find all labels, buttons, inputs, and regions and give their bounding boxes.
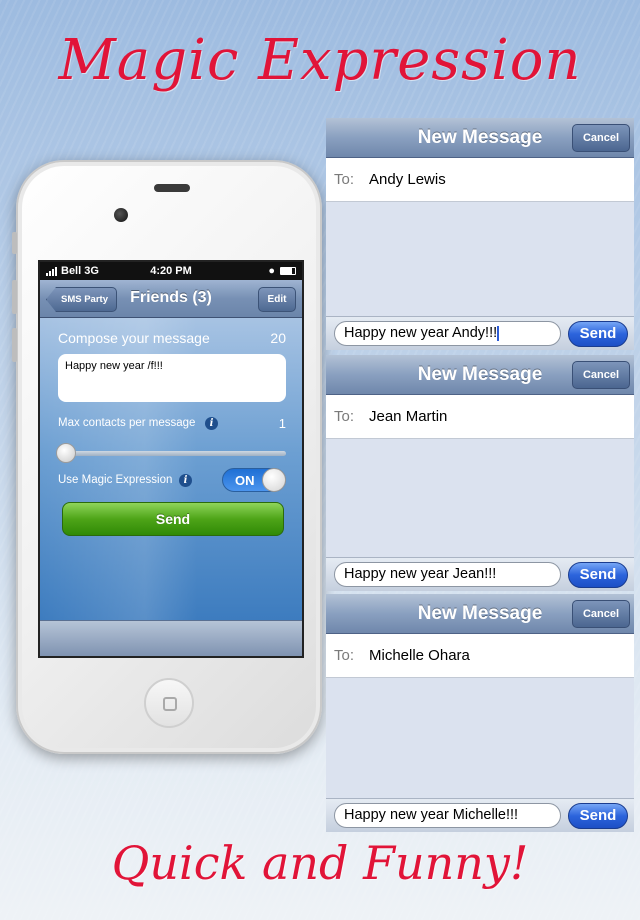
send-button[interactable]: Send [568, 562, 628, 588]
info-icon[interactable]: i [205, 417, 218, 430]
recipient-row[interactable]: To: Jean Martin [326, 395, 634, 439]
toggle-knob [262, 468, 286, 492]
recipient-row[interactable]: To: Andy Lewis [326, 158, 634, 202]
recipient-name: Andy Lewis [369, 171, 446, 188]
message-input[interactable]: Happy new year Jean!!! [334, 562, 561, 587]
front-camera [114, 208, 128, 222]
cancel-button[interactable]: Cancel [572, 124, 630, 152]
phone-screen: Bell 3G 4:20 PM ● SMS Party Friends (3) … [38, 260, 304, 658]
compose-label: Compose your message [58, 330, 210, 346]
message-input[interactable]: Happy new year Michelle!!! [334, 803, 561, 828]
message-panel-2: New Message Cancel To: Jean Martin Happy… [326, 355, 634, 591]
home-button [144, 678, 194, 728]
phone-nav-bar: SMS Party Friends (3) Edit [40, 280, 302, 318]
info-icon[interactable]: i [179, 474, 192, 487]
to-label: To: [334, 171, 355, 188]
cancel-button[interactable]: Cancel [572, 361, 630, 389]
slider-knob[interactable] [56, 443, 76, 463]
mute-switch [12, 232, 17, 254]
send-button[interactable]: Send [568, 803, 628, 829]
max-contacts-slider[interactable] [60, 451, 286, 456]
volume-down-button [12, 328, 17, 362]
send-button[interactable]: Send [568, 321, 628, 347]
recipient-name: Michelle Ohara [369, 647, 470, 664]
message-nav-bar: New Message Cancel [326, 594, 634, 634]
message-nav-bar: New Message Cancel [326, 118, 634, 158]
send-button[interactable]: Send [62, 502, 284, 536]
headline-top: Magic Expression [58, 28, 582, 93]
character-count: 20 [270, 330, 286, 346]
message-nav-bar: New Message Cancel [326, 355, 634, 395]
max-contacts-label: Max contacts per message [58, 417, 196, 429]
message-panel-3: New Message Cancel To: Michelle Ohara Ha… [326, 594, 634, 832]
edit-button[interactable]: Edit [258, 287, 296, 312]
message-compose-bar: Happy new year Andy!!! Send [326, 316, 634, 350]
text-cursor [497, 325, 500, 341]
status-bar: Bell 3G 4:20 PM ● [40, 262, 302, 280]
iphone-mockup: Bell 3G 4:20 PM ● SMS Party Friends (3) … [12, 160, 322, 754]
to-label: To: [334, 647, 355, 664]
cancel-button[interactable]: Cancel [572, 600, 630, 628]
message-compose-bar: Happy new year Michelle!!! Send [326, 798, 634, 832]
magic-expression-toggle[interactable]: ON [222, 468, 286, 492]
volume-up-button [12, 280, 17, 314]
message-compose-bar: Happy new year Jean!!! Send [326, 557, 634, 591]
headline-bottom: Quick and Funny! [111, 836, 529, 890]
status-time: 4:20 PM [150, 265, 192, 277]
recipient-row[interactable]: To: Michelle Ohara [326, 634, 634, 678]
compose-textarea[interactable]: Happy new year /f!!! [58, 354, 286, 402]
compose-panel: Compose your message 20 Happy new year /… [40, 318, 302, 620]
to-label: To: [334, 408, 355, 425]
earpiece-speaker [154, 184, 190, 192]
max-contacts-value: 1 [278, 416, 286, 431]
magic-expression-label: Use Magic Expression [58, 474, 173, 486]
phone-toolbar [40, 620, 302, 656]
message-input[interactable]: Happy new year Andy!!! [334, 321, 561, 346]
toggle-on-label: ON [235, 473, 255, 488]
message-panel-1: New Message Cancel To: Andy Lewis Happy … [326, 118, 634, 350]
recipient-name: Jean Martin [369, 408, 448, 425]
